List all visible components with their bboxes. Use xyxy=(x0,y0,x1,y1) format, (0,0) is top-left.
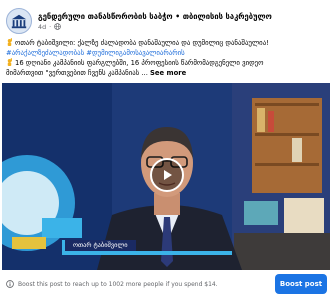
caption-body: 16 დღიანი კამპანიის ფარგლებში, 16 პროფეს… xyxy=(15,59,264,67)
boost-info: Boost this post to reach up to 1002 more… xyxy=(6,280,218,288)
play-button[interactable] xyxy=(150,158,184,192)
caption-line: ოთარ ტაბიშვილი: ქალზე ძალადობა დანაშაული… xyxy=(6,38,326,48)
post-time[interactable]: 4d xyxy=(38,23,46,31)
video-player[interactable]: ოთარ ტაბიშვილი xyxy=(2,83,330,270)
caption-hashtags: #არაქალზეძალადობას #დუმილიგამოსავალიარარ… xyxy=(6,48,326,58)
caption-line: 16 დღიანი კამპანიის ფარგლებში, 16 პროფეს… xyxy=(6,58,326,68)
caption-line: მიმართვით "ვერთვებით ჩვენს კამპანიას ...… xyxy=(6,68,326,78)
see-more-link[interactable]: See more xyxy=(150,69,186,77)
caption-body-continued: მიმართვით "ვერთვებით ჩვენს კამპანიას ... xyxy=(6,69,148,77)
play-icon xyxy=(164,170,172,180)
boost-info-text: Boost this post to reach up to 1002 more… xyxy=(18,280,218,288)
lower-third-name: ოთარ ტაბიშვილი xyxy=(62,240,136,251)
hashtag-links[interactable]: #არაქალზეძალადობას #დუმილიგამოსავალიარარ… xyxy=(6,49,185,57)
post-caption: ოთარ ტაბიშვილი: ქალზე ძალადობა დანაშაული… xyxy=(6,38,326,78)
boost-post-button[interactable]: Boost post xyxy=(275,274,327,294)
parliament-emblem-icon xyxy=(11,14,27,29)
person-raising-hand-icon xyxy=(7,38,12,46)
person-raising-hand-icon xyxy=(7,58,12,66)
boost-footer: Boost this post to reach up to 1002 more… xyxy=(0,271,332,307)
post-header-text: გენდერული თანასწორობის საბჭო • თბილისის … xyxy=(38,12,272,31)
info-icon xyxy=(6,280,14,288)
lower-third-bar xyxy=(62,251,232,255)
post-header: გენდერული თანასწორობის საბჭო • თბილისის … xyxy=(6,6,324,36)
page-name-link[interactable]: გენდერული თანასწორობის საბჭო • თბილისის … xyxy=(38,12,272,21)
caption-headline: ოთარ ტაბიშვილი: ქალზე ძალადობა დანაშაული… xyxy=(15,39,269,47)
post-meta: 4d · xyxy=(38,23,272,31)
page-avatar[interactable] xyxy=(6,8,32,34)
globe-icon[interactable] xyxy=(54,23,61,30)
